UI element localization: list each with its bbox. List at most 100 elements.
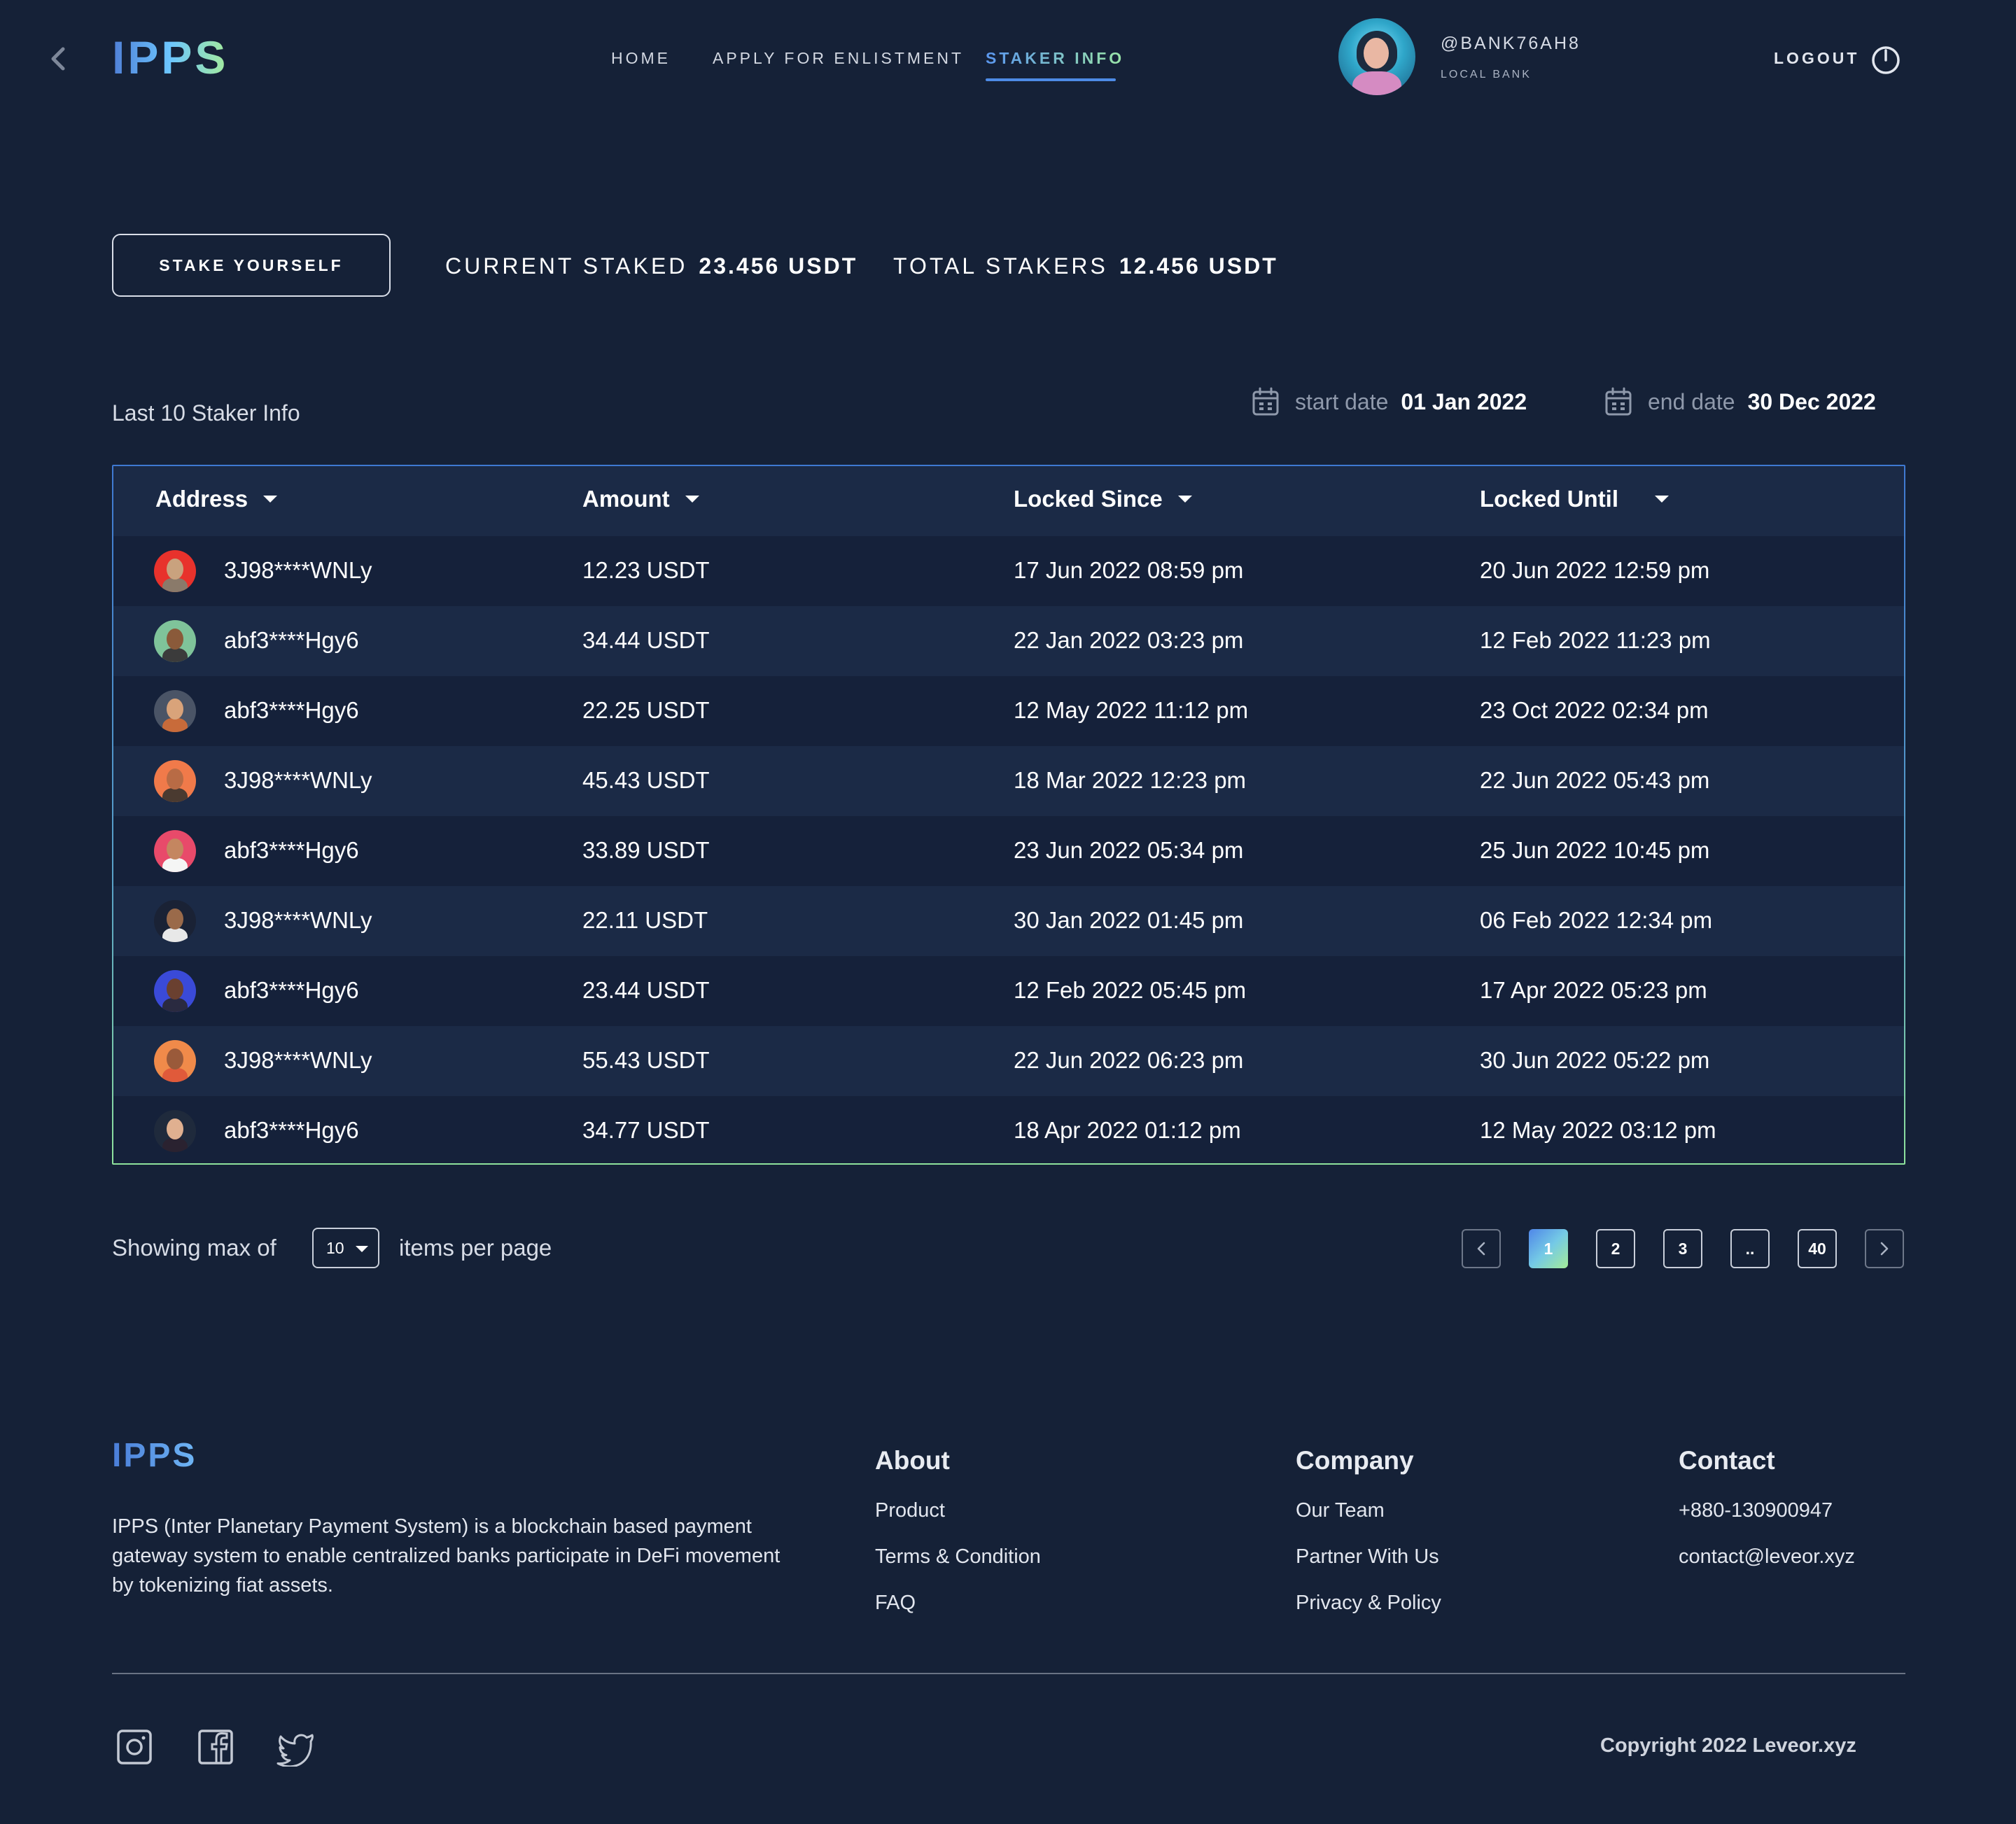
page-button-3[interactable]: 3 xyxy=(1663,1229,1702,1268)
page-ellipsis[interactable]: .. xyxy=(1730,1229,1770,1268)
table-row[interactable]: abf3****Hgy6 23.44 USDT 12 Feb 2022 05:45 … xyxy=(113,956,1904,1026)
table-row[interactable]: abf3****Hgy6 33.89 USDT 23 Jun 2022 05:34 … xyxy=(113,816,1904,886)
cell-locked-until: 20 Jun 2022 12:59 pm xyxy=(1480,557,1710,583)
caret-down-icon xyxy=(685,496,699,503)
column-header-address[interactable]: Address xyxy=(155,486,278,512)
cell-locked-until: 23 Oct 2022 02:34 pm xyxy=(1480,697,1709,723)
nav-home[interactable]: HOME xyxy=(611,49,671,68)
cell-amount: 23.44 USDT xyxy=(582,977,710,1003)
column-header-locked-until[interactable]: Locked Until xyxy=(1480,486,1670,512)
table-row[interactable]: 3J98****WNLy 22.11 USDT 30 Jan 2022 01:45 … xyxy=(113,886,1904,956)
footer-company-title: Company xyxy=(1296,1446,1414,1475)
power-icon[interactable] xyxy=(1870,45,1901,76)
per-page-value: 10 xyxy=(326,1238,344,1257)
instagram-icon[interactable] xyxy=(115,1727,154,1767)
next-page-button[interactable] xyxy=(1865,1229,1904,1268)
footer-divider xyxy=(112,1673,1905,1674)
cell-locked-since: 18 Mar 2022 12:23 pm xyxy=(1014,767,1247,793)
footer-link-partner[interactable]: Partner With Us xyxy=(1296,1545,1439,1569)
start-date-value: 01 Jan 2022 xyxy=(1401,388,1527,414)
cell-locked-since: 22 Jan 2022 03:23 pm xyxy=(1014,627,1244,653)
chevron-left-icon xyxy=(1477,1242,1485,1256)
cell-address: 3J98****WNLy xyxy=(224,1047,372,1073)
staker-avatar xyxy=(154,1040,196,1082)
current-staked-value: 23.456 USDT xyxy=(699,253,858,279)
table-row[interactable]: 3J98****WNLy 12.23 USDT 17 Jun 2022 08:59 … xyxy=(113,536,1904,606)
user-role: LOCAL BANK xyxy=(1441,69,1532,80)
facebook-icon[interactable] xyxy=(196,1727,235,1767)
footer-link-our-team[interactable]: Our Team xyxy=(1296,1499,1385,1522)
page-button-1[interactable]: 1 xyxy=(1529,1229,1568,1268)
caret-down-icon xyxy=(263,496,278,503)
cell-amount: 45.43 USDT xyxy=(582,767,710,793)
column-header-locked-since[interactable]: Locked Since xyxy=(1014,486,1192,512)
footer-link-faq[interactable]: FAQ xyxy=(875,1592,916,1615)
prev-page-button[interactable] xyxy=(1462,1229,1501,1268)
table-row[interactable]: abf3****Hgy6 22.25 USDT 12 May 2022 11:12 … xyxy=(113,676,1904,746)
app-logo[interactable]: IPPS xyxy=(112,31,228,84)
cell-locked-since: 18 Apr 2022 01:12 pm xyxy=(1014,1117,1241,1143)
current-staked-label: CURRENT STAKED xyxy=(445,253,688,279)
staker-avatar xyxy=(154,900,196,942)
stake-yourself-button[interactable]: STAKE YOURSELF xyxy=(112,234,391,297)
copyright-text: Copyright 2022 Leveor.xyz xyxy=(1600,1734,1856,1757)
items-per-page-label: items per page xyxy=(399,1235,552,1261)
user-avatar[interactable] xyxy=(1338,18,1415,95)
cell-locked-until: 30 Jun 2022 05:22 pm xyxy=(1480,1047,1710,1073)
nav-staker-info[interactable]: STAKER INFO xyxy=(986,49,1124,68)
cell-address: abf3****Hgy6 xyxy=(224,1117,359,1143)
footer-link-privacy[interactable]: Privacy & Policy xyxy=(1296,1592,1441,1615)
end-date-value: 30 Dec 2022 xyxy=(1747,388,1876,414)
staker-avatar xyxy=(154,550,196,592)
cell-amount: 12.23 USDT xyxy=(582,557,710,583)
active-nav-underline xyxy=(986,78,1116,81)
footer-contact-title: Contact xyxy=(1679,1446,1775,1475)
cell-locked-until: 22 Jun 2022 05:43 pm xyxy=(1480,767,1710,793)
footer-description: IPPS (Inter Planetary Payment System) is… xyxy=(112,1515,780,1597)
table-row[interactable]: abf3****Hgy6 34.77 USDT 18 Apr 2022 01:12 … xyxy=(113,1096,1904,1163)
cell-locked-since: 12 Feb 2022 05:45 pm xyxy=(1014,977,1247,1003)
cell-amount: 22.11 USDT xyxy=(582,907,708,933)
caret-down-icon xyxy=(356,1246,368,1252)
cell-amount: 22.25 USDT xyxy=(582,697,710,723)
per-page-select[interactable]: 10 xyxy=(312,1228,379,1268)
start-date-label: start date xyxy=(1295,388,1389,414)
column-header-amount[interactable]: Amount xyxy=(582,486,699,512)
end-date-picker[interactable]: end date 30 Dec 2022 xyxy=(1604,386,1876,417)
cell-amount: 34.77 USDT xyxy=(582,1117,710,1143)
table-row[interactable]: 3J98****WNLy 45.43 USDT 18 Mar 2022 12:23 … xyxy=(113,746,1904,816)
page-button-2[interactable]: 2 xyxy=(1596,1229,1635,1268)
top-header: IPPS HOME APPLY FOR ENLISTMENT STAKER IN… xyxy=(0,0,2016,119)
start-date-picker[interactable]: start date 01 Jan 2022 xyxy=(1252,386,1527,417)
caret-down-icon xyxy=(1655,496,1670,503)
footer-about-title: About xyxy=(875,1446,950,1475)
table-row[interactable]: abf3****Hgy6 34.44 USDT 22 Jan 2022 03:23 … xyxy=(113,606,1904,676)
footer-phone[interactable]: +880-130900947 xyxy=(1679,1499,1833,1522)
cell-locked-until: 17 Apr 2022 05:23 pm xyxy=(1480,977,1707,1003)
back-arrow-icon[interactable] xyxy=(43,43,71,74)
staker-avatar xyxy=(154,830,196,872)
cell-locked-since: 23 Jun 2022 05:34 pm xyxy=(1014,837,1244,863)
table-header: Address Amount Locked Since Locked Until xyxy=(113,466,1904,536)
footer-logo[interactable]: IPPS xyxy=(112,1436,197,1475)
section-title: Last 10 Staker Info xyxy=(112,400,300,426)
page-button-40[interactable]: 40 xyxy=(1798,1229,1837,1268)
cell-amount: 34.44 USDT xyxy=(582,627,710,653)
cell-locked-since: 17 Jun 2022 08:59 pm xyxy=(1014,557,1244,583)
table-row[interactable]: 3J98****WNLy 55.43 USDT 22 Jun 2022 06:23 … xyxy=(113,1026,1904,1096)
staker-table: Address Amount Locked Since Locked Until… xyxy=(112,465,1905,1165)
current-staked-stat: CURRENT STAKED 23.456 USDT xyxy=(445,253,858,279)
footer-link-product[interactable]: Product xyxy=(875,1499,945,1522)
calendar-icon xyxy=(1252,387,1279,416)
footer-link-terms[interactable]: Terms & Condition xyxy=(875,1545,1041,1569)
end-date-label: end date xyxy=(1648,388,1735,414)
nav-apply-for-enlistment[interactable]: APPLY FOR ENLISTMENT xyxy=(713,49,964,68)
caret-down-icon xyxy=(1177,496,1192,503)
cell-locked-until: 06 Feb 2022 12:34 pm xyxy=(1480,907,1713,933)
staker-avatar xyxy=(154,1110,196,1152)
total-stakers-label: TOTAL STAKERS xyxy=(893,253,1108,279)
footer-email[interactable]: contact@leveor.xyz xyxy=(1679,1545,1855,1569)
twitter-icon[interactable] xyxy=(276,1727,315,1768)
logout-button[interactable]: LOGOUT xyxy=(1774,49,1859,68)
total-stakers-value: 12.456 USDT xyxy=(1119,253,1278,279)
